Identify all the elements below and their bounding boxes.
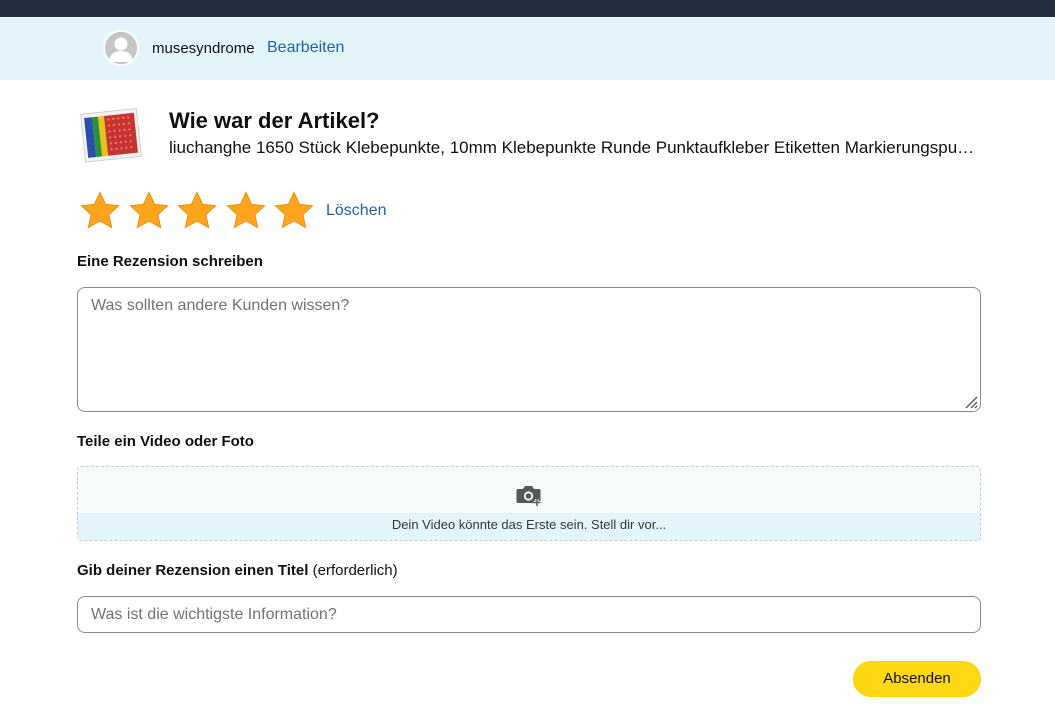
submit-button[interactable]: Absenden <box>853 661 981 697</box>
media-upload-dropzone[interactable]: Dein Video könnte das Erste sein. Stell … <box>77 466 981 541</box>
user-bar: musesyndrome Bearbeiten <box>0 17 1055 80</box>
resize-handle-icon[interactable] <box>962 393 978 409</box>
star-rating <box>76 188 319 234</box>
media-section-label: Teile ein Video oder Foto <box>77 433 254 450</box>
clear-rating-link[interactable]: Löschen <box>326 202 387 220</box>
title-section-label: Gib deiner Rezension einen Titel (erford… <box>77 562 398 579</box>
required-note: (erforderlich) <box>312 562 398 579</box>
review-placeholder: Was sollten andere Kunden wissen? <box>91 297 350 314</box>
camera-add-icon <box>516 486 541 506</box>
star-3-icon[interactable] <box>173 188 222 234</box>
star-5-icon[interactable] <box>270 188 319 234</box>
top-navigation-bar <box>0 0 1055 17</box>
star-2-icon[interactable] <box>125 188 174 234</box>
user-avatar-icon <box>105 32 137 64</box>
username: musesyndrome <box>152 40 255 57</box>
product-image <box>79 107 149 163</box>
review-textarea[interactable]: Was sollten andere Kunden wissen? <box>77 287 981 412</box>
review-section-label: Eine Rezension schreiben <box>77 253 263 270</box>
star-4-icon[interactable] <box>222 188 271 234</box>
rating-question-heading: Wie war der Artikel? <box>169 108 380 133</box>
title-label-text: Gib deiner Rezension einen Titel <box>77 562 309 579</box>
review-title-input[interactable]: Was ist die wichtigste Information? <box>77 596 981 633</box>
edit-profile-link[interactable]: Bearbeiten <box>267 39 344 57</box>
avatar <box>103 30 139 66</box>
product-name: liuchanghe 1650 Stück Klebepunkte, 10mm … <box>169 138 981 157</box>
title-placeholder: Was ist die wichtigste Information? <box>91 606 337 623</box>
star-1-icon[interactable] <box>76 188 125 234</box>
media-upload-hint: Dein Video könnte das Erste sein. Stell … <box>78 513 980 540</box>
